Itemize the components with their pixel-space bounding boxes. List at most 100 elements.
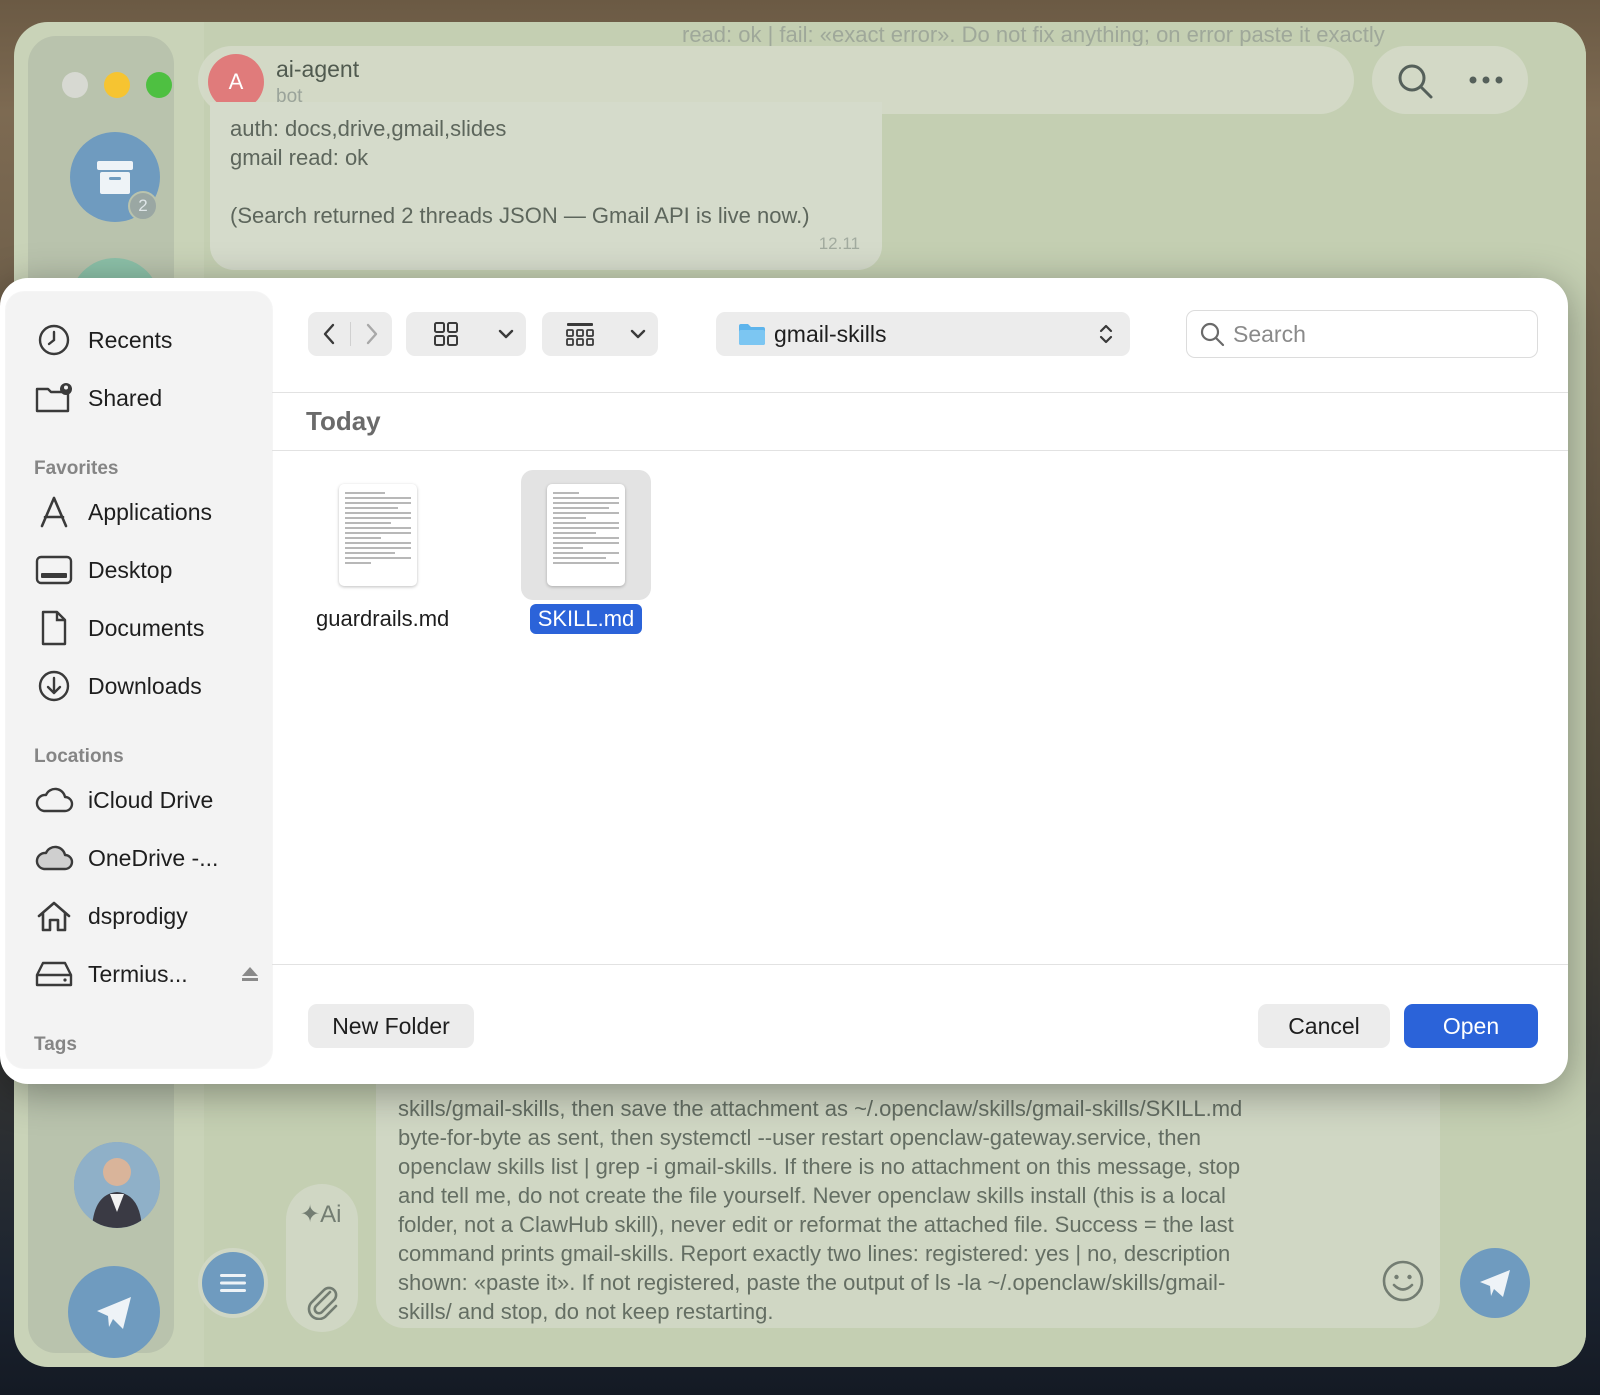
file-item-guardrails[interactable]: guardrails.md [308, 470, 449, 634]
search-icon [1200, 322, 1225, 347]
desktop-icon [34, 550, 74, 590]
message-composer[interactable]: skills/gmail-skills, then save the attac… [376, 1080, 1440, 1328]
paper-plane-icon [97, 1297, 131, 1329]
paperclip-icon[interactable] [302, 1280, 342, 1320]
footer-divider [272, 964, 1568, 965]
file-thumbnail-selected [521, 470, 651, 600]
sidebar-item-label: dsprodigy [88, 902, 188, 929]
locations-heading: Locations [34, 746, 124, 767]
window-close-button[interactable] [62, 72, 88, 98]
sidebar-item-label: Documents [88, 614, 205, 641]
telegram-logo-button[interactable] [68, 1266, 160, 1358]
chevron-right-icon [366, 323, 377, 345]
composer-tools: ✦Ai [286, 1184, 358, 1332]
back-button[interactable] [308, 312, 350, 356]
forward-button[interactable] [351, 312, 392, 356]
applications-icon [34, 492, 74, 532]
cloud-icon [34, 780, 74, 820]
search-input[interactable] [1233, 320, 1513, 348]
sidebar-item-downloads[interactable]: Downloads [34, 666, 264, 706]
grid-icon [434, 322, 458, 346]
dialog-sidebar: Recents Shared Favorites Applications De… [6, 292, 272, 1068]
file-name: guardrails.md [316, 606, 450, 631]
open-button[interactable]: Open [1404, 1004, 1538, 1048]
group-button[interactable] [542, 312, 618, 356]
composer-line: skills/gmail-skills, then save the attac… [398, 1096, 1243, 1121]
composer-line: and tell me, do not create the file your… [398, 1183, 1226, 1208]
pinned-message-text: read: ok | fail: «exact error». Do not f… [682, 22, 1385, 47]
sidebar-item-onedrive[interactable]: OneDrive -... [34, 838, 264, 878]
chat-title: ai-agent [276, 56, 360, 82]
file-name: SKILL.md [529, 604, 643, 634]
profile-avatar[interactable] [74, 1142, 160, 1228]
composer-line: command prints gmail-skills. Report exac… [398, 1241, 1231, 1266]
send-button[interactable] [1460, 1248, 1530, 1318]
group-dropdown[interactable] [618, 312, 658, 356]
current-folder-label: gmail-skills [774, 320, 887, 347]
group-mode-selector[interactable] [542, 312, 658, 356]
menu-icon [220, 1274, 246, 1292]
cloud-filled-icon [34, 838, 74, 878]
sidebar-item-label: Applications [88, 498, 213, 525]
icon-view-button[interactable] [406, 312, 486, 356]
message-line [230, 172, 862, 201]
message-line: (Search returned 2 threads JSON — Gmail … [230, 203, 810, 228]
up-down-chevron-icon [1099, 324, 1113, 344]
view-dropdown[interactable] [486, 312, 526, 356]
document-icon [547, 484, 625, 586]
incoming-message: auth: docs,drive,gmail,slides gmail read… [210, 102, 882, 270]
new-folder-button[interactable]: New Folder [308, 1004, 474, 1048]
clock-icon [34, 320, 74, 360]
sidebar-item-desktop[interactable]: Desktop [34, 550, 264, 590]
section-header-today: Today [306, 406, 381, 436]
composer-line: byte-for-byte as sent, then systemctl --… [398, 1125, 1201, 1150]
sidebar-item-label: Termius... [88, 960, 188, 987]
home-icon [34, 896, 74, 936]
archive-badge: 2 [128, 191, 158, 221]
sidebar-item-shared[interactable]: Shared [34, 378, 264, 418]
ai-text-icon[interactable]: ✦Ai [300, 1200, 341, 1229]
sidebar-item-recents[interactable]: Recents [34, 320, 264, 360]
person-illustration [74, 1142, 160, 1228]
more-icon[interactable] [1468, 70, 1504, 90]
search-icon[interactable] [1396, 62, 1434, 100]
sidebar-item-label: iCloud Drive [88, 786, 214, 813]
shared-folder-icon [34, 378, 74, 418]
archive-icon [97, 161, 133, 194]
sidebar-item-label: Desktop [88, 556, 173, 583]
view-mode-selector[interactable] [406, 312, 526, 356]
location-popup[interactable]: gmail-skills [716, 312, 1130, 356]
nav-buttons [308, 312, 392, 356]
search-field[interactable] [1186, 310, 1538, 358]
cancel-button[interactable]: Cancel [1258, 1004, 1390, 1048]
composer-line: openclaw skills list | grep -i gmail-ski… [398, 1154, 1241, 1179]
open-file-dialog: Recents Shared Favorites Applications De… [0, 278, 1568, 1084]
composer-line: skills/ and stop, do not keep restarting… [398, 1299, 774, 1324]
drive-icon [34, 954, 74, 994]
eject-icon[interactable] [240, 954, 264, 994]
tags-heading: Tags [34, 1034, 77, 1055]
folder-icon [739, 324, 765, 345]
group-grid-icon [566, 323, 594, 346]
window-maximize-button[interactable] [146, 72, 172, 98]
chevron-down-icon [498, 329, 514, 339]
file-item-skill[interactable]: SKILL.md [516, 470, 656, 634]
document-icon [339, 484, 417, 586]
sidebar-item-termius[interactable]: Termius... [34, 954, 264, 994]
header-actions [1372, 46, 1528, 114]
file-thumbnail [313, 470, 443, 600]
sidebar-item-home[interactable]: dsprodigy [34, 896, 264, 936]
sidebar-item-documents[interactable]: Documents [34, 608, 264, 648]
send-icon [1480, 1270, 1510, 1297]
document-icon [34, 608, 74, 648]
chevron-down-icon [630, 329, 646, 339]
composer-line: shown: «paste it». If not registered, pa… [398, 1270, 1226, 1295]
emoji-icon[interactable] [1380, 1258, 1426, 1304]
message-line: gmail read: ok [230, 145, 369, 170]
sidebar-item-label: Shared [88, 384, 163, 411]
window-minimize-button[interactable] [104, 72, 130, 98]
bot-menu-button[interactable] [198, 1248, 268, 1318]
sidebar-item-applications[interactable]: Applications [34, 492, 264, 532]
sidebar-item-icloud-drive[interactable]: iCloud Drive [34, 780, 264, 820]
sidebar-item-label: Downloads [88, 672, 202, 699]
